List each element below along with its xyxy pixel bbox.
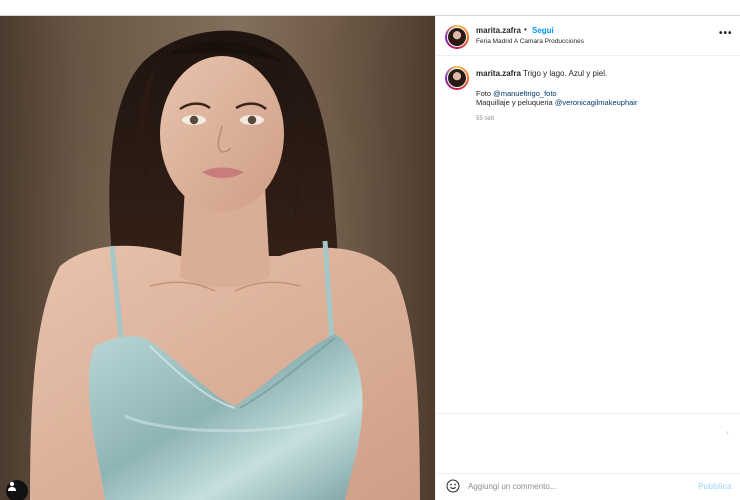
comment-input[interactable] [468, 478, 688, 494]
post-timestamp[interactable]: 55 sett [476, 116, 494, 122]
caption-section: marita.zafra Trigo y lago. Azul y piel. … [436, 56, 740, 414]
avatar[interactable] [445, 25, 469, 49]
caption-avatar[interactable] [445, 66, 469, 90]
header-username[interactable]: marita.zafra [476, 26, 521, 35]
makeup-credit-prefix: Maquillaje y peluqueria [476, 98, 555, 107]
photo-mention-link[interactable]: @manueltrigo_foto [493, 89, 556, 98]
post-side-panel: marita.zafra • Segui Feria Madrid A Cama… [435, 16, 740, 500]
user-tag-icon[interactable] [6, 480, 28, 500]
photo-credit-prefix: Foto [476, 89, 494, 98]
post-header: marita.zafra • Segui Feria Madrid A Cama… [436, 16, 740, 56]
more-options-icon[interactable]: ••• [719, 28, 733, 39]
browser-top-strip [0, 0, 740, 16]
comment-bar: Pubblica [436, 474, 740, 500]
caption-username[interactable]: marita.zafra [476, 69, 521, 78]
smiley-icon[interactable] [446, 479, 460, 493]
chevron-right-icon[interactable]: › [726, 428, 729, 437]
makeup-mention-link[interactable]: @veronicagilmakeuphair [555, 98, 638, 107]
follow-button[interactable]: Segui [532, 26, 554, 35]
caption-photo-credit: Foto @manueltrigo_foto [476, 89, 557, 98]
portrait-illustration [0, 16, 435, 500]
post-photo[interactable] [0, 16, 435, 500]
header-separator: • [524, 25, 527, 34]
actions-divider [436, 413, 740, 414]
caption-first-line: marita.zafra Trigo y lago. Azul y piel. [476, 69, 607, 78]
location-link[interactable]: Feria Madrid A Camara Producciones [476, 38, 584, 45]
caption-makeup-credit: Maquillaje y peluqueria @veronicagilmake… [476, 98, 637, 107]
publish-button[interactable]: Pubblica [698, 482, 731, 491]
caption-text: Trigo y lago. Azul y piel. [523, 69, 608, 78]
